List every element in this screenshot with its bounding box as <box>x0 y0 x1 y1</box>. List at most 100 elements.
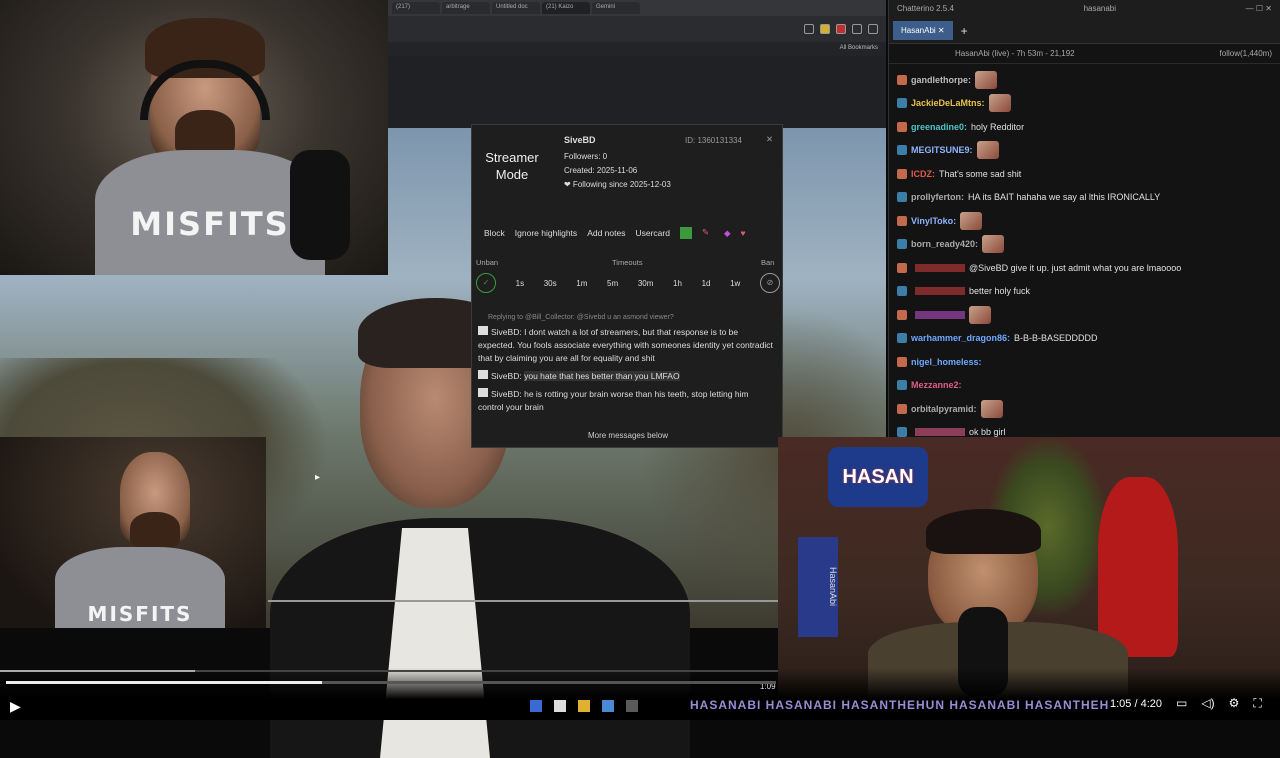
badge-icon <box>897 286 907 297</box>
redacted-username[interactable] <box>915 310 965 319</box>
browser-tab[interactable]: Untitled doc <box>492 2 540 14</box>
streamer-beard-small <box>130 512 180 547</box>
timeout-1s[interactable]: 1s <box>516 279 524 288</box>
taskbar-icon[interactable] <box>578 700 590 712</box>
badge-icon <box>897 121 907 132</box>
chat-message: MEGITSUNE9: <box>897 139 1272 163</box>
chat-username[interactable]: greenadine0: <box>911 122 967 132</box>
timeout-1h[interactable]: 1h <box>673 279 682 288</box>
play-icon[interactable]: ▶ <box>10 698 21 715</box>
chat-username[interactable]: VinylToko: <box>911 216 956 226</box>
mod-icon[interactable] <box>679 227 692 239</box>
chat-text: @SiveBD give it up. just admit what you … <box>969 262 1182 273</box>
log-message: SiveBD: you hate that hes better than yo… <box>478 370 774 383</box>
inner-progress-track[interactable] <box>268 600 778 602</box>
chat-username[interactable]: gandlethorpe: <box>911 75 971 85</box>
timeout-row: ✓ 1s 30s 1m 5m 30m 1h 1d 1w ⊘ <box>476 272 780 294</box>
follow-info[interactable]: follow(1,440m) <box>1220 49 1272 58</box>
timeout-1w[interactable]: 1w <box>730 279 740 288</box>
add-notes-button[interactable]: Add notes <box>587 228 625 238</box>
heart-icon[interactable]: ♥ <box>741 228 746 238</box>
extension-icon[interactable] <box>820 24 830 34</box>
usercard-popup: Streamer Mode SiveBD ID: 1360131334 ✕ Fo… <box>471 124 783 448</box>
diamond-icon[interactable]: ◆ <box>724 228 731 239</box>
timeout-30s[interactable]: 30s <box>544 279 557 288</box>
progress-track[interactable] <box>6 681 776 684</box>
browser-tab-gemini[interactable]: Gemini <box>592 2 640 14</box>
badge-icon <box>897 215 907 226</box>
account-name[interactable]: hasanabi <box>1084 4 1116 14</box>
unban-button[interactable]: ✓ <box>476 273 496 293</box>
message-user[interactable]: SiveBD: <box>491 327 522 337</box>
chat-message: gandlethorpe: <box>897 68 1272 92</box>
message-user[interactable]: SiveBD: <box>491 389 522 399</box>
usercard-button[interactable]: Usercard <box>635 228 669 238</box>
sign-text: HASAN <box>842 465 914 488</box>
outer-progress-track[interactable] <box>0 670 778 672</box>
chat-message: ICDZ: That's some sad shit <box>897 162 1272 186</box>
vip-icon[interactable]: ✎ <box>702 227 714 239</box>
chat-username[interactable]: orbitalpyramid: <box>911 404 977 414</box>
taskbar-icon[interactable] <box>626 700 638 712</box>
browser-tabbar: (217) arbitrage Untitled doc (21) Kaizo … <box>388 0 886 16</box>
chat-username[interactable]: ICDZ: <box>911 169 935 179</box>
chat-username[interactable]: warhammer_dragon86: <box>911 333 1010 343</box>
redacted-username[interactable] <box>915 287 965 296</box>
timeout-1d[interactable]: 1d <box>702 279 711 288</box>
browser-tab[interactable]: (217) <box>392 2 440 14</box>
chat-message: prollyferton: HA its BAIT hahaha we say a… <box>897 186 1272 210</box>
usercard-actions: Block Ignore highlights Add notes Userca… <box>476 227 780 239</box>
webcam-hasan-room: HASAN HasanAbi <box>778 437 1280 700</box>
chat-username[interactable]: MEGITSUNE9: <box>911 145 973 155</box>
block-checkbox[interactable]: Block <box>476 228 505 238</box>
browser-toolbar <box>388 16 886 42</box>
taskbar-icons <box>530 700 638 712</box>
ban-button[interactable]: ⊘ <box>759 273 780 293</box>
window-controls[interactable]: — ☐ ✕ <box>1246 4 1272 14</box>
redacted-username[interactable] <box>915 263 965 272</box>
chat-message: greenadine0: holy Redditor <box>897 115 1272 139</box>
chat-message: better holy fuck <box>897 280 1272 304</box>
badge-icon <box>897 192 907 203</box>
browser-tab[interactable]: arbitrage <box>442 2 490 14</box>
chat-username[interactable]: Mezzanne2: <box>911 380 962 390</box>
chat-username[interactable]: born_ready420: <box>911 239 978 249</box>
timeout-1m[interactable]: 1m <box>576 279 587 288</box>
volume-icon[interactable]: ◁) <box>1201 696 1214 711</box>
message-user[interactable]: SiveBD: <box>491 371 522 381</box>
close-icon[interactable]: ✕ <box>766 134 773 145</box>
redacted-username[interactable] <box>915 428 965 437</box>
ignore-highlights-checkbox[interactable]: Ignore highlights <box>515 228 577 238</box>
chat-messages: gandlethorpe: JackieDeLaMtns: greenadine0:… <box>889 64 1280 448</box>
extension-icon[interactable] <box>852 24 862 34</box>
taskbar-icon[interactable] <box>530 700 542 712</box>
timeout-5m[interactable]: 5m <box>607 279 618 288</box>
fullscreen-icon[interactable]: ⛶ <box>1253 696 1261 711</box>
taskbar-icon[interactable] <box>554 700 566 712</box>
bookmarks-bar[interactable]: All Bookmarks <box>388 42 886 56</box>
unban-label: Unban <box>476 258 499 267</box>
menu-icon[interactable] <box>868 24 878 34</box>
settings-icon[interactable]: ⚙ <box>1229 696 1240 711</box>
chat-username[interactable]: prollyferton: <box>911 192 964 202</box>
tab-hasanabi[interactable]: HasanAbi ✕ <box>893 21 953 40</box>
taskbar-icon[interactable] <box>602 700 614 712</box>
emote-icon <box>976 141 999 160</box>
chat-message: Mezzanne2: <box>897 374 1272 398</box>
usercard-following: ❤ Following since 2025-12-03 <box>564 180 671 189</box>
microphone <box>290 150 350 260</box>
message-text: I dont watch a lot of streamers, but tha… <box>478 327 773 363</box>
chat-text: holy Redditor <box>971 121 1025 132</box>
usercard-username[interactable]: SiveBD <box>564 135 596 145</box>
extension-icon[interactable] <box>804 24 814 34</box>
usercard-id: ID: 1360131334 <box>685 136 742 145</box>
chat-username[interactable]: JackieDeLaMtns: <box>911 98 985 108</box>
chat-username[interactable]: nigel_homeless: <box>911 357 982 367</box>
add-tab-icon[interactable]: + <box>961 24 968 38</box>
timeout-30m[interactable]: 30m <box>638 279 654 288</box>
extension-icon[interactable] <box>836 24 846 34</box>
browser-tab[interactable]: (21) Kaizo <box>542 2 590 14</box>
emote-icon <box>988 94 1011 113</box>
captions-icon[interactable]: ▭ <box>1176 696 1187 711</box>
more-messages-button[interactable]: More messages below <box>472 431 784 440</box>
